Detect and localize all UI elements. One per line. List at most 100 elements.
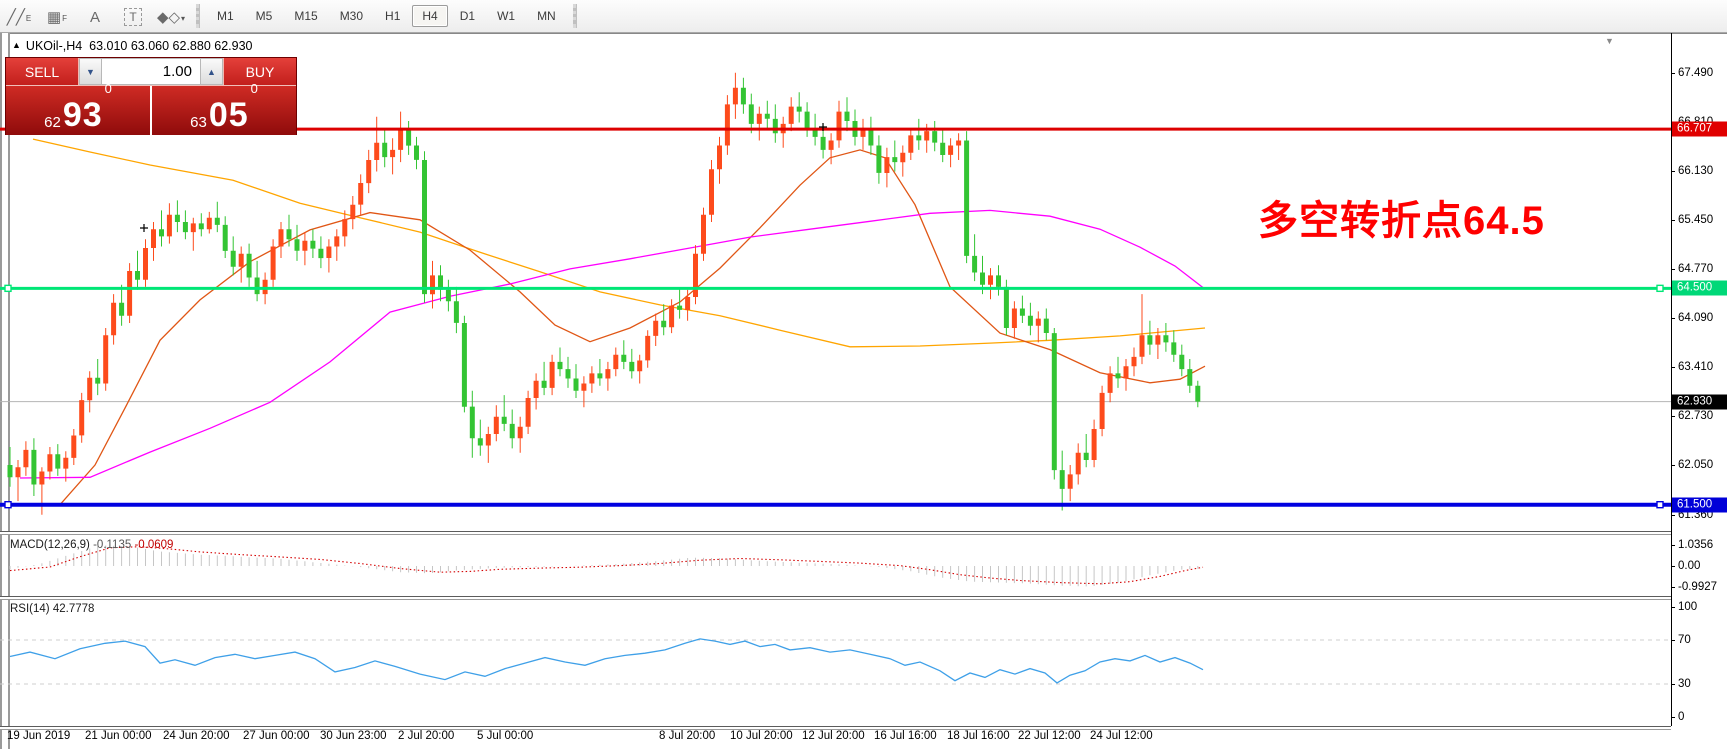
volume-input[interactable]: 1.00 (102, 58, 200, 85)
date-axis-label: 30 Jun 23:00 (320, 730, 387, 742)
timeframe-button-m30[interactable]: M30 (330, 5, 373, 27)
drawing-tools-group: ╱╱E▦FAT◆◇▾ (0, 0, 190, 32)
buy-price-whole: 63 (190, 115, 207, 130)
price-axis-tick (1671, 367, 1675, 368)
buy-price-display[interactable]: 63 05 0 (152, 86, 296, 135)
date-axis-label: 8 Jul 20:00 (659, 730, 715, 742)
rsi-axis-label: 30 (1678, 678, 1691, 690)
sell-price-display[interactable]: 62 93 0 (6, 86, 152, 135)
date-axis-label: 19 Jun 2019 (7, 730, 70, 742)
date-axis-label: 18 Jul 16:00 (947, 730, 1010, 742)
rsi-title: RSI(14) (10, 603, 50, 615)
rsi-axis-label: 70 (1678, 634, 1691, 646)
timeframe-button-m1[interactable]: M1 (207, 5, 244, 27)
rsi-axis-tick (1671, 684, 1675, 685)
price-axis-label: 63.410 (1678, 361, 1713, 373)
rsi-axis-label: 0 (1678, 711, 1684, 723)
timeframe-button-m5[interactable]: M5 (246, 5, 283, 27)
price-axis-tick (1671, 73, 1675, 74)
buy-button[interactable]: BUY (223, 58, 296, 85)
timeframe-button-m15[interactable]: M15 (284, 5, 327, 27)
rsi-value: 42.7778 (53, 603, 95, 615)
macd-axis-tick (1671, 587, 1675, 588)
price-axis-label: 67.490 (1678, 67, 1713, 79)
date-axis-label: 24 Jul 12:00 (1090, 730, 1153, 742)
rsi-axis-tick (1671, 717, 1675, 718)
timeframe-button-h4[interactable]: H4 (412, 5, 447, 27)
arrows-objects-icon[interactable]: ◆◇▾ (153, 2, 189, 30)
toolbar-separator (573, 4, 577, 28)
price-axis-tick (1671, 171, 1675, 172)
buy-price-fraction: 0 (251, 82, 258, 95)
text-box-icon[interactable]: T (115, 2, 151, 30)
timeframe-button-d1[interactable]: D1 (450, 5, 485, 27)
date-axis-label: 12 Jul 20:00 (802, 730, 865, 742)
price-axis-label: 62.730 (1678, 410, 1713, 422)
macd-main-value: -0.1135 (93, 539, 131, 551)
date-axis-label: 10 Jul 20:00 (730, 730, 793, 742)
price-axis-tick (1671, 269, 1675, 270)
rsi-axis-label: 100 (1678, 601, 1697, 613)
price-level-badge: 61.500 (1672, 497, 1727, 512)
quote-header: ▲ UKOil-,H4 63.010 63.060 62.880 62.930 (12, 39, 253, 53)
chart-shift-marker-icon[interactable]: ▼ (1605, 36, 1614, 46)
symbol-label: UKOil-,H4 (26, 39, 82, 53)
price-axis-label: 64.090 (1678, 312, 1713, 324)
macd-title: MACD(12,26,9) (10, 539, 90, 551)
macd-indicator-chart[interactable] (0, 535, 1671, 595)
macd-axis-tick (1671, 566, 1675, 567)
sell-price-whole: 62 (44, 115, 61, 130)
rsi-indicator-chart[interactable] (0, 599, 1671, 726)
rsi-axis-tick (1671, 640, 1675, 641)
ohlc-values: 63.010 63.060 62.880 62.930 (89, 39, 252, 53)
macd-axis-label: 0.00 (1678, 560, 1700, 572)
price-axis-label: 62.050 (1678, 459, 1713, 471)
date-axis-label: 22 Jul 12:00 (1018, 730, 1081, 742)
price-level-badge: 62.930 (1672, 394, 1727, 409)
main-macd-separator[interactable] (0, 531, 1671, 535)
price-level-badge: 64.500 (1672, 281, 1727, 296)
one-click-trading-panel: SELL ▼ 1.00 ▲ BUY 62 93 0 63 05 0 (5, 57, 297, 135)
trading-terminal-window: ╱╱E▦FAT◆◇▾ M1M5M15M30H1H4D1W1MN ▲ UKOil-,… (0, 0, 1727, 749)
volume-increase-button[interactable]: ▲ (200, 58, 223, 85)
price-axis-tick (1671, 318, 1675, 319)
date-axis-label: 2 Jul 20:00 (398, 730, 454, 742)
timeframe-button-mn[interactable]: MN (527, 5, 566, 27)
macd-signal-value: -0.0609 (134, 539, 173, 551)
chart-text-annotation[interactable]: 多空转折点64.5 (1258, 188, 1545, 246)
rsi-axis-tick (1671, 607, 1675, 608)
macd-axis-label: -0.9927 (1678, 581, 1717, 593)
macd-axis-label: 1.0356 (1678, 539, 1713, 551)
price-axis-label: 65.450 (1678, 214, 1713, 226)
date-axis-label: 16 Jul 16:00 (874, 730, 937, 742)
price-axis-label: 66.130 (1678, 165, 1713, 177)
date-axis-label: 27 Jun 00:00 (243, 730, 310, 742)
macd-rsi-separator[interactable] (0, 596, 1671, 600)
macd-header: MACD(12,26,9) -0.1135 -0.0609 (10, 539, 173, 551)
price-level-badge: 66.707 (1672, 122, 1727, 137)
macd-axis-tick (1671, 545, 1675, 546)
timeframe-group: M1M5M15M30H1H4D1W1MN (206, 0, 567, 32)
sell-button[interactable]: SELL (6, 58, 79, 85)
rsi-header: RSI(14) 42.7778 (10, 603, 94, 615)
collapse-arrow-icon[interactable]: ▲ (12, 40, 21, 50)
timeframe-button-h1[interactable]: H1 (375, 5, 410, 27)
fibonacci-grid-icon[interactable]: ▦F (39, 2, 75, 30)
date-axis-label: 21 Jun 00:00 (85, 730, 152, 742)
buy-price-pips: 05 (209, 100, 249, 130)
date-axis-label: 5 Jul 00:00 (477, 730, 533, 742)
top-toolbar: ╱╱E▦FAT◆◇▾ M1M5M15M30H1H4D1W1MN (0, 0, 1727, 33)
equidistant-channel-icon[interactable]: ╱╱E (1, 2, 37, 30)
sell-price-pips: 93 (63, 100, 103, 130)
price-axis-tick (1671, 416, 1675, 417)
timeframe-button-w1[interactable]: W1 (487, 5, 525, 27)
volume-decrease-button[interactable]: ▼ (79, 58, 102, 85)
price-axis-tick (1671, 465, 1675, 466)
price-axis-tick (1671, 515, 1675, 516)
sell-price-fraction: 0 (105, 82, 112, 95)
price-axis-border (1671, 33, 1672, 726)
text-label-icon[interactable]: A (77, 2, 113, 30)
toolbar-separator (196, 4, 200, 28)
date-axis-label: 24 Jun 20:00 (163, 730, 230, 742)
price-axis-tick (1671, 220, 1675, 221)
